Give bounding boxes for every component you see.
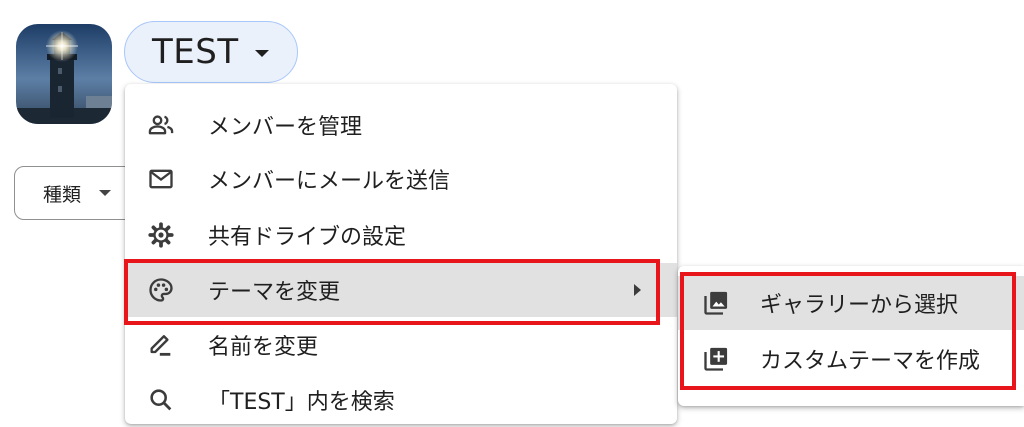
mail-icon [149, 169, 173, 189]
menu-item-label: メンバーにメールを送信 [208, 169, 451, 194]
search-icon [150, 389, 172, 411]
add-box-icon [704, 347, 728, 371]
menu-item-label: 共有ドライブの設定 [208, 225, 407, 250]
shared-drive-name-button[interactable]: TEST [124, 21, 298, 83]
caret-down-icon [99, 190, 112, 196]
menu-item-label: テーマを変更 [208, 280, 341, 305]
menu-item-search-in-drive[interactable]: 「TEST」内を検索 [125, 373, 677, 427]
palette-icon [149, 278, 173, 302]
pencil-icon [150, 335, 171, 356]
menu-item-label: 名前を変更 [208, 335, 319, 360]
submenu-item-label: ギャラリーから選択 [760, 293, 959, 318]
shared-drive-name: TEST [152, 32, 239, 72]
menu-item-drive-settings[interactable]: 共有ドライブの設定 [125, 208, 677, 262]
menu-item-email-members[interactable]: メンバーにメールを送信 [125, 152, 677, 206]
gallery-icon [704, 291, 728, 315]
theme-submenu: ギャラリーから選択 カスタムテーマを作成 [678, 266, 1024, 406]
submenu-arrow-icon [634, 284, 641, 296]
submenu-item-create-custom-theme[interactable]: カスタムテーマを作成 [678, 332, 1024, 386]
submenu-item-label: カスタムテーマを作成 [760, 349, 981, 374]
type-filter-label: 種類 [43, 183, 82, 206]
drive-options-menu: メンバーを管理 メンバーにメールを送信 共有ドライブの設定 テーマを変更 名前を… [125, 84, 677, 424]
manage-members-icon [148, 115, 174, 135]
menu-item-manage-members[interactable]: メンバーを管理 [125, 98, 677, 152]
menu-item-change-theme[interactable]: テーマを変更 [125, 263, 677, 317]
menu-item-label: 「TEST」内を検索 [208, 390, 395, 415]
shared-drive-avatar [16, 24, 112, 124]
gear-icon [148, 222, 174, 248]
caret-down-icon [254, 50, 269, 57]
menu-item-label: メンバーを管理 [208, 115, 363, 140]
submenu-item-choose-from-gallery[interactable]: ギャラリーから選択 [678, 276, 1024, 330]
menu-item-rename[interactable]: 名前を変更 [125, 318, 677, 372]
